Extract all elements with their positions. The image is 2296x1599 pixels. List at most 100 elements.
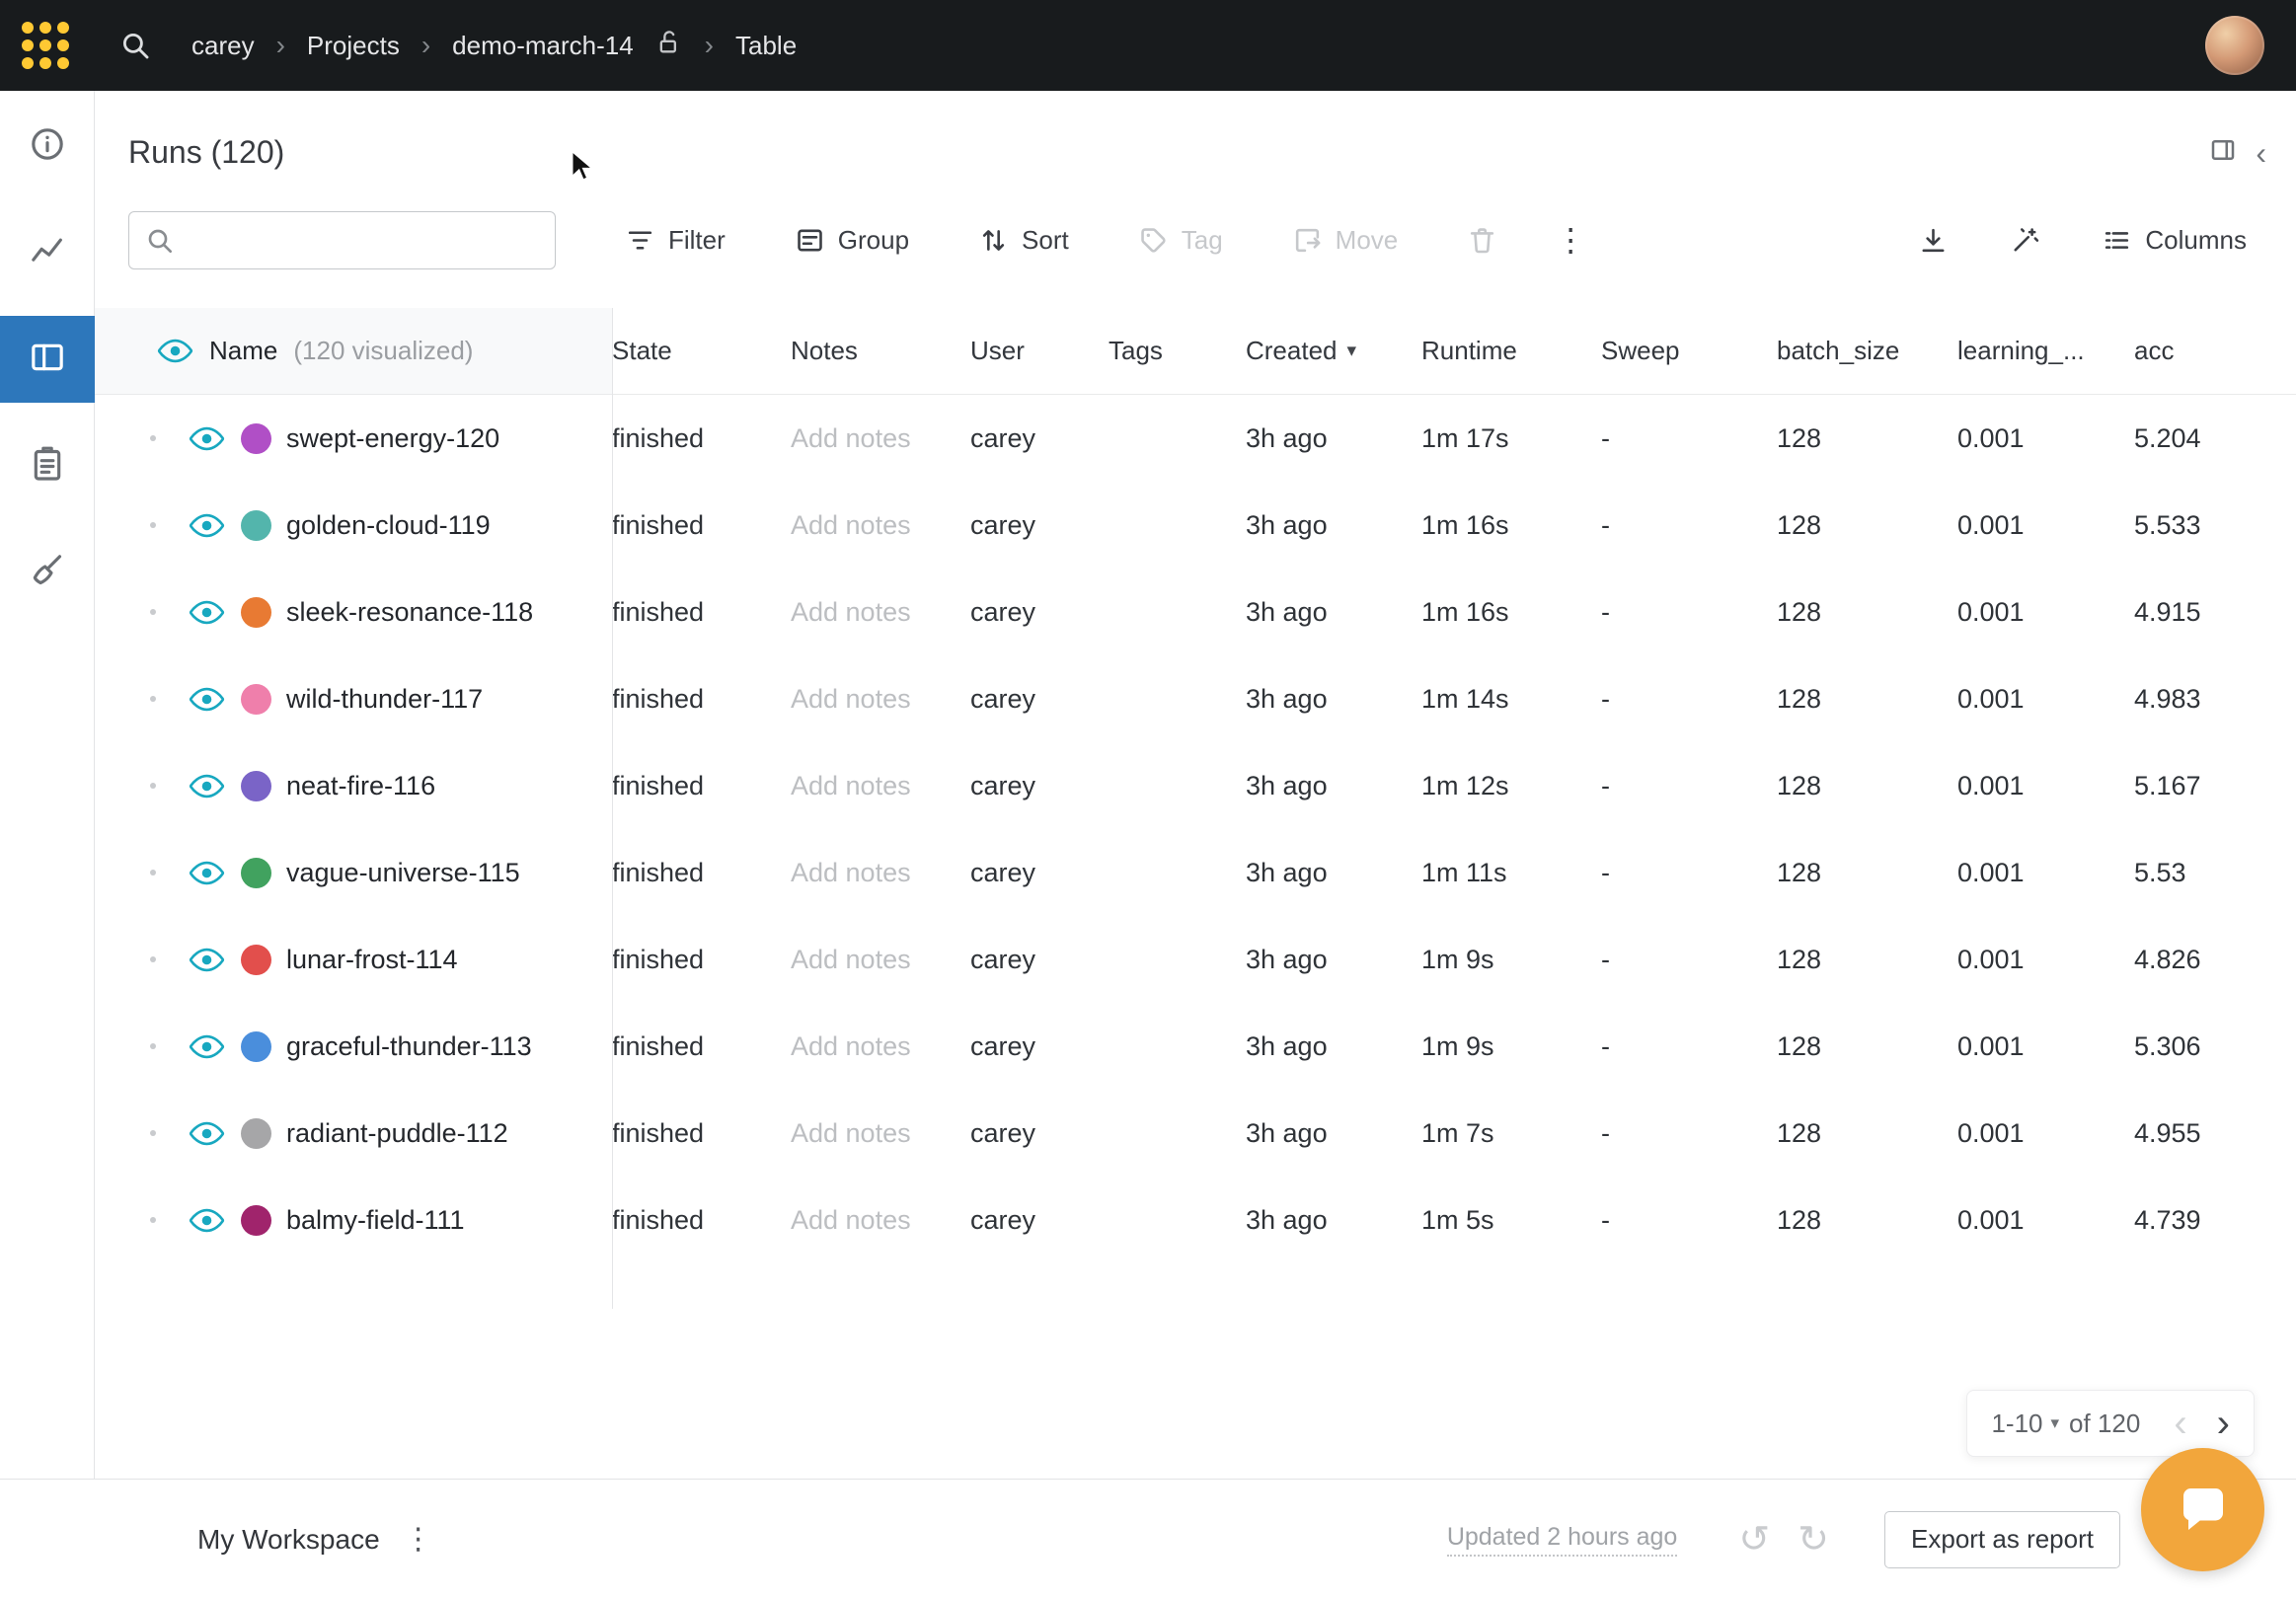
header-sweep[interactable]: Sweep bbox=[1601, 308, 1777, 394]
run-name-link[interactable]: wild-thunder-117 bbox=[286, 684, 483, 715]
visibility-eye-icon[interactable] bbox=[188, 507, 225, 544]
sidebar-item-charts[interactable] bbox=[0, 209, 95, 296]
breadcrumb-entity[interactable]: carey bbox=[191, 31, 255, 61]
visibility-eye-icon[interactable] bbox=[188, 768, 225, 804]
run-notes[interactable]: Add notes bbox=[791, 569, 970, 655]
wandb-logo[interactable] bbox=[22, 22, 69, 69]
sidebar-item-overview[interactable] bbox=[0, 103, 95, 190]
run-sweep: - bbox=[1601, 655, 1777, 742]
sidebar-item-reports[interactable] bbox=[0, 422, 95, 509]
run-name-link[interactable]: radiant-puddle-112 bbox=[286, 1118, 508, 1149]
header-notes[interactable]: Notes bbox=[791, 308, 970, 394]
sidebar-item-sweeps[interactable] bbox=[0, 529, 95, 616]
run-name-link[interactable]: balmy-field-111 bbox=[286, 1205, 465, 1236]
header-tags[interactable]: Tags bbox=[1109, 308, 1246, 394]
header-runtime[interactable]: Runtime bbox=[1421, 308, 1601, 394]
run-batch-size: 128 bbox=[1777, 916, 1957, 1003]
row-drag-handle[interactable] bbox=[140, 609, 166, 615]
visibility-all-eye-icon[interactable] bbox=[156, 333, 193, 369]
run-name-link[interactable]: lunar-frost-114 bbox=[286, 945, 458, 975]
visibility-eye-icon[interactable] bbox=[188, 1028, 225, 1065]
run-name-link[interactable]: sleek-resonance-118 bbox=[286, 597, 533, 628]
table-body: swept-energy-120finishedAdd notescarey3h… bbox=[95, 395, 2296, 1263]
run-name-cell: vague-universe-115 bbox=[95, 829, 612, 916]
row-drag-handle[interactable] bbox=[140, 435, 166, 441]
global-search-icon[interactable] bbox=[118, 29, 152, 62]
run-color-dot bbox=[241, 1118, 271, 1149]
row-drag-handle[interactable] bbox=[140, 522, 166, 528]
breadcrumb-page[interactable]: Table bbox=[735, 31, 797, 61]
visibility-eye-icon[interactable] bbox=[188, 681, 225, 718]
visibility-eye-icon[interactable] bbox=[188, 942, 225, 978]
group-label: Group bbox=[838, 225, 909, 256]
columns-button[interactable]: Columns bbox=[2102, 225, 2247, 256]
run-notes[interactable]: Add notes bbox=[791, 916, 970, 1003]
run-row: wild-thunder-117finishedAdd notescarey3h… bbox=[95, 655, 2296, 742]
export-report-button[interactable]: Export as report bbox=[1884, 1511, 2120, 1568]
page-total-label: of 120 bbox=[2069, 1409, 2140, 1439]
row-drag-handle[interactable] bbox=[140, 956, 166, 962]
wandb-app: carey › Projects › demo-march-14 › Table bbox=[0, 0, 2296, 1599]
run-name-link[interactable]: golden-cloud-119 bbox=[286, 510, 491, 541]
run-user: carey bbox=[970, 1003, 1109, 1090]
row-drag-handle[interactable] bbox=[140, 1217, 166, 1223]
run-created: 3h ago bbox=[1246, 1003, 1421, 1090]
line-chart-icon bbox=[28, 231, 67, 275]
row-drag-handle[interactable] bbox=[140, 783, 166, 789]
download-button[interactable] bbox=[1918, 225, 1949, 256]
run-notes[interactable]: Add notes bbox=[791, 742, 970, 829]
header-learning-rate[interactable]: learning_... bbox=[1957, 308, 2134, 394]
row-drag-handle[interactable] bbox=[140, 696, 166, 702]
header-batch-size[interactable]: batch_size bbox=[1777, 308, 1957, 394]
magic-wand-button[interactable] bbox=[2010, 225, 2040, 256]
chevron-down-icon: ▾ bbox=[2051, 1413, 2060, 1433]
header-acc[interactable]: acc bbox=[2134, 308, 2296, 394]
run-name-link[interactable]: swept-energy-120 bbox=[286, 423, 499, 454]
run-tags bbox=[1109, 482, 1246, 569]
visibility-eye-icon[interactable] bbox=[188, 420, 225, 457]
updated-timestamp[interactable]: Updated 2 hours ago bbox=[1447, 1523, 1678, 1557]
visibility-eye-icon[interactable] bbox=[188, 1202, 225, 1239]
header-user[interactable]: User bbox=[970, 308, 1109, 394]
visibility-eye-icon[interactable] bbox=[188, 1115, 225, 1152]
run-name-link[interactable]: graceful-thunder-113 bbox=[286, 1031, 532, 1062]
run-notes[interactable]: Add notes bbox=[791, 655, 970, 742]
run-notes[interactable]: Add notes bbox=[791, 482, 970, 569]
run-notes[interactable]: Add notes bbox=[791, 829, 970, 916]
run-state: finished bbox=[612, 1177, 791, 1263]
header-created[interactable]: Created ▾ bbox=[1246, 308, 1421, 394]
breadcrumb-section[interactable]: Projects bbox=[307, 31, 400, 61]
header-state[interactable]: State bbox=[612, 308, 791, 394]
runs-search-input[interactable] bbox=[128, 211, 556, 269]
sort-button[interactable]: Sort bbox=[978, 225, 1069, 256]
filter-button[interactable]: Filter bbox=[625, 225, 726, 256]
breadcrumb-project[interactable]: demo-march-14 bbox=[452, 31, 634, 61]
workspace-name[interactable]: My Workspace bbox=[197, 1524, 380, 1556]
visibility-eye-icon[interactable] bbox=[188, 594, 225, 631]
group-button[interactable]: Group bbox=[795, 225, 909, 256]
visibility-eye-icon[interactable] bbox=[188, 855, 225, 891]
run-notes[interactable]: Add notes bbox=[791, 1177, 970, 1263]
panel-layout-icon[interactable] bbox=[2208, 135, 2238, 170]
row-drag-handle[interactable] bbox=[140, 1130, 166, 1136]
row-drag-handle[interactable] bbox=[140, 870, 166, 876]
run-name-link[interactable]: vague-universe-115 bbox=[286, 858, 520, 888]
run-notes[interactable]: Add notes bbox=[791, 1090, 970, 1177]
more-options-icon[interactable]: ⋮ bbox=[1555, 221, 1586, 259]
run-state: finished bbox=[612, 829, 791, 916]
run-learning-rate: 0.001 bbox=[1957, 482, 2134, 569]
workspace-options-icon[interactable]: ⋮ bbox=[404, 1522, 433, 1557]
tag-button: Tag bbox=[1138, 225, 1223, 256]
runs-table: Name (120 visualized) State Notes User T… bbox=[95, 308, 2296, 1263]
page-size-dropdown[interactable]: 1-10 ▾ bbox=[1991, 1409, 2059, 1439]
collapse-chevron-icon[interactable]: ‹ bbox=[2256, 137, 2266, 169]
run-notes[interactable]: Add notes bbox=[791, 395, 970, 482]
chat-support-button[interactable] bbox=[2141, 1448, 2264, 1571]
run-notes[interactable]: Add notes bbox=[791, 1003, 970, 1090]
run-color-dot bbox=[241, 684, 271, 715]
run-name-link[interactable]: neat-fire-116 bbox=[286, 771, 435, 801]
header-name-label[interactable]: Name bbox=[209, 336, 277, 366]
sidebar-item-table[interactable] bbox=[0, 316, 95, 403]
user-avatar[interactable] bbox=[2205, 16, 2264, 75]
row-drag-handle[interactable] bbox=[140, 1043, 166, 1049]
